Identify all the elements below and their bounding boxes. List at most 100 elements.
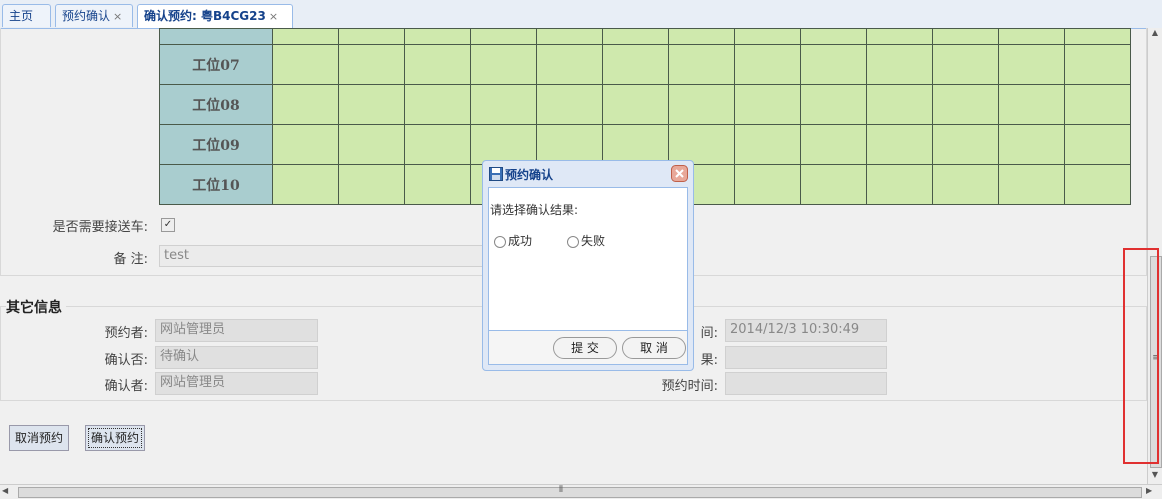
slot-cell[interactable] [602, 84, 669, 125]
slot-cell[interactable] [866, 84, 933, 125]
dialog-header[interactable]: 预约确认 [483, 161, 693, 187]
confirm-booking-button[interactable]: 确认预约 [85, 425, 146, 451]
slot-cell[interactable] [272, 84, 339, 125]
save-icon [489, 167, 503, 181]
dialog-footer: 提 交 取 消 [488, 331, 688, 365]
booking-time-field[interactable] [725, 372, 887, 395]
slot-cell[interactable] [338, 84, 405, 125]
slot-cell[interactable] [998, 164, 1065, 205]
radio-fail[interactable]: 失败 [567, 232, 605, 249]
slot-cell[interactable] [404, 84, 471, 125]
close-icon[interactable]: × [113, 10, 122, 23]
slot-cell[interactable] [932, 84, 999, 125]
slot-cell[interactable] [998, 124, 1065, 165]
confirmer-field[interactable]: 网站管理员 [155, 372, 318, 395]
close-icon[interactable] [671, 165, 688, 182]
close-icon[interactable]: × [269, 10, 278, 23]
radio-icon[interactable] [494, 235, 506, 248]
slot-cell[interactable] [800, 84, 867, 125]
slot-cell[interactable] [800, 164, 867, 205]
tab-label: 预约确认 [62, 9, 111, 23]
slot-cell[interactable] [866, 124, 933, 165]
slot-cell[interactable] [668, 124, 735, 165]
slot-cell[interactable] [734, 164, 801, 205]
slot-cell[interactable] [1064, 164, 1131, 205]
slot-cell[interactable] [866, 44, 933, 85]
time-field[interactable]: 2014/12/3 10:30:49 [725, 319, 887, 342]
remark-field[interactable]: test [159, 245, 489, 267]
row-header: 工位10 [159, 164, 273, 205]
tab-home[interactable]: 主页 [2, 4, 51, 27]
horizontal-scrollbar[interactable]: ◀ ⦀ ▶ [0, 484, 1162, 499]
slot-cell[interactable] [404, 124, 471, 165]
confirmer-label: 确认者: [104, 379, 148, 394]
tab-confirm-booking[interactable]: 确认预约: 粤B4CG23 × [137, 4, 293, 28]
radio-icon[interactable] [567, 235, 579, 248]
scroll-right-icon[interactable]: ▶ [1146, 486, 1152, 495]
slot-cell[interactable] [1064, 124, 1131, 165]
cancel-button[interactable]: 取 消 [622, 337, 686, 359]
section-title: 其它信息 [6, 297, 66, 317]
hscrollbar-thumb[interactable]: ⦀ [18, 485, 1142, 498]
cancel-booking-button[interactable]: 取消预约 [9, 425, 70, 451]
slot-cell[interactable] [536, 44, 603, 85]
slot-cell[interactable] [800, 124, 867, 165]
confirmed-field[interactable]: 待确认 [155, 346, 318, 369]
slot-cell[interactable] [404, 44, 471, 85]
slot-cell[interactable] [470, 84, 537, 125]
dialog-body: 请选择确认结果: 成功 失败 [488, 187, 688, 331]
slot-cell[interactable] [734, 44, 801, 85]
slot-cell[interactable] [338, 124, 405, 165]
slot-cell[interactable] [470, 44, 537, 85]
slot-cell[interactable] [272, 124, 339, 165]
radio-fail-label: 失败 [581, 234, 606, 248]
remark-label: 备 注: [113, 252, 148, 267]
pickup-checkbox[interactable]: ✓ [161, 218, 175, 232]
booker-field[interactable]: 网站管理员 [155, 319, 318, 342]
slot-cell[interactable] [866, 164, 933, 205]
slot-cell[interactable] [932, 124, 999, 165]
slot-cell[interactable] [668, 44, 735, 85]
slot-cell[interactable] [536, 84, 603, 125]
slot-cell[interactable] [536, 124, 603, 165]
tab-booking-confirm[interactable]: 预约确认 × [55, 4, 133, 27]
slot-cell[interactable] [998, 84, 1065, 125]
slot-cell[interactable] [998, 44, 1065, 85]
slot-cell[interactable] [602, 124, 669, 165]
slot-cell[interactable] [800, 44, 867, 85]
slot-cell[interactable] [272, 44, 339, 85]
slot-cell[interactable] [1064, 44, 1131, 85]
slot-cell[interactable] [404, 164, 471, 205]
result-field[interactable] [725, 346, 887, 369]
dialog-prompt: 请选择确认结果: [490, 203, 579, 217]
slot-cell[interactable] [734, 84, 801, 125]
row-header: 工位09 [159, 124, 273, 165]
slot-cell[interactable] [338, 164, 405, 205]
slot-cell[interactable] [272, 164, 339, 205]
radio-success[interactable]: 成功 [494, 232, 532, 249]
scroll-down-icon[interactable]: ▼ [1148, 470, 1162, 479]
slot-cell[interactable] [338, 44, 405, 85]
slot-cell[interactable] [602, 44, 669, 85]
tab-home-label: 主页 [9, 9, 34, 23]
radio-success-label: 成功 [508, 234, 533, 248]
slot-cell[interactable] [932, 164, 999, 205]
slot-cell[interactable] [1064, 84, 1131, 125]
highlight-box [1123, 248, 1159, 464]
booker-label: 预约者: [104, 326, 148, 341]
row-header: 工位08 [159, 84, 273, 125]
grip-icon: ⦀ [559, 485, 563, 495]
booking-time-label: 预约时间: [661, 379, 718, 394]
scroll-left-icon[interactable]: ◀ [2, 486, 8, 495]
submit-button[interactable]: 提 交 [553, 337, 617, 359]
dialog-title: 预约确认 [505, 168, 554, 182]
slot-cell[interactable] [668, 84, 735, 125]
tab-bar: 主页 预约确认 × 确认预约: 粤B4CG23 × [0, 0, 1162, 29]
slot-cell[interactable] [470, 124, 537, 165]
confirmed-label: 确认否: [104, 353, 148, 368]
row-header: 工位07 [159, 44, 273, 85]
slot-cell[interactable] [734, 124, 801, 165]
tab-label: 确认预约: 粤B4CG23 [144, 9, 266, 23]
slot-cell[interactable] [932, 44, 999, 85]
scroll-up-icon[interactable]: ▲ [1148, 28, 1162, 37]
